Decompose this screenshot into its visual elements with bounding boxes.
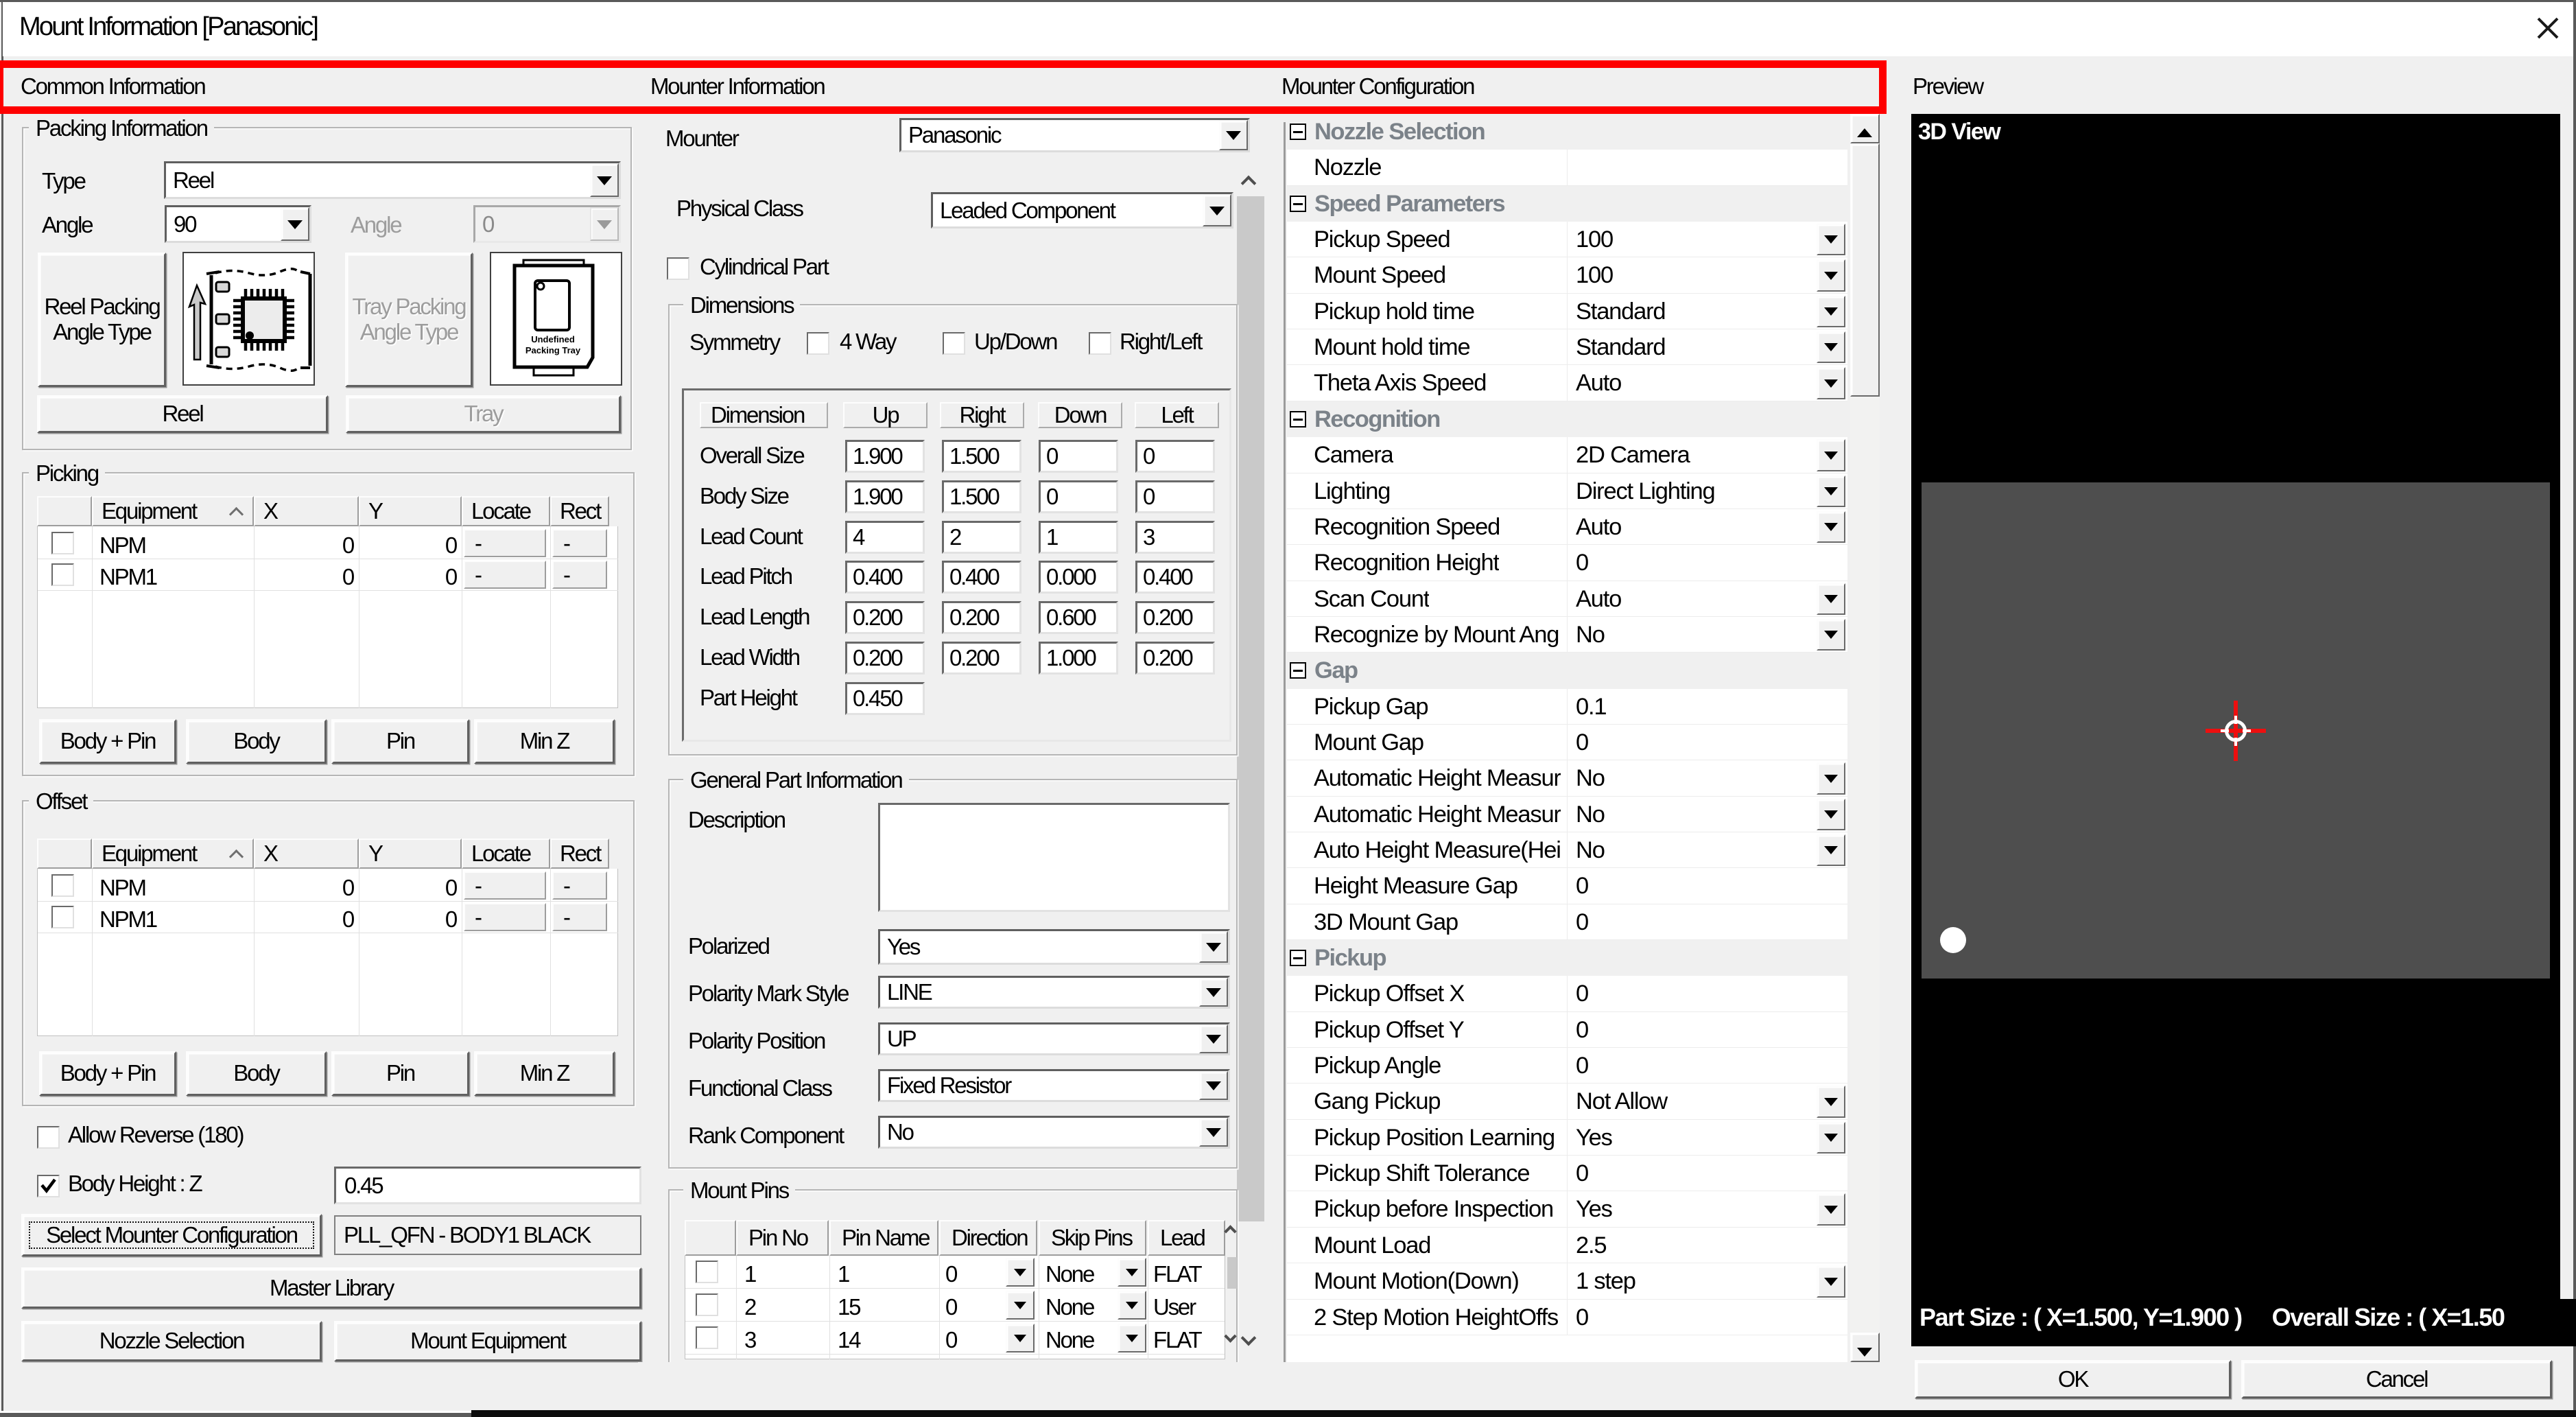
svg-text:Packing Tray: Packing Tray bbox=[525, 345, 581, 355]
svg-text:Undefined: Undefined bbox=[531, 334, 575, 344]
